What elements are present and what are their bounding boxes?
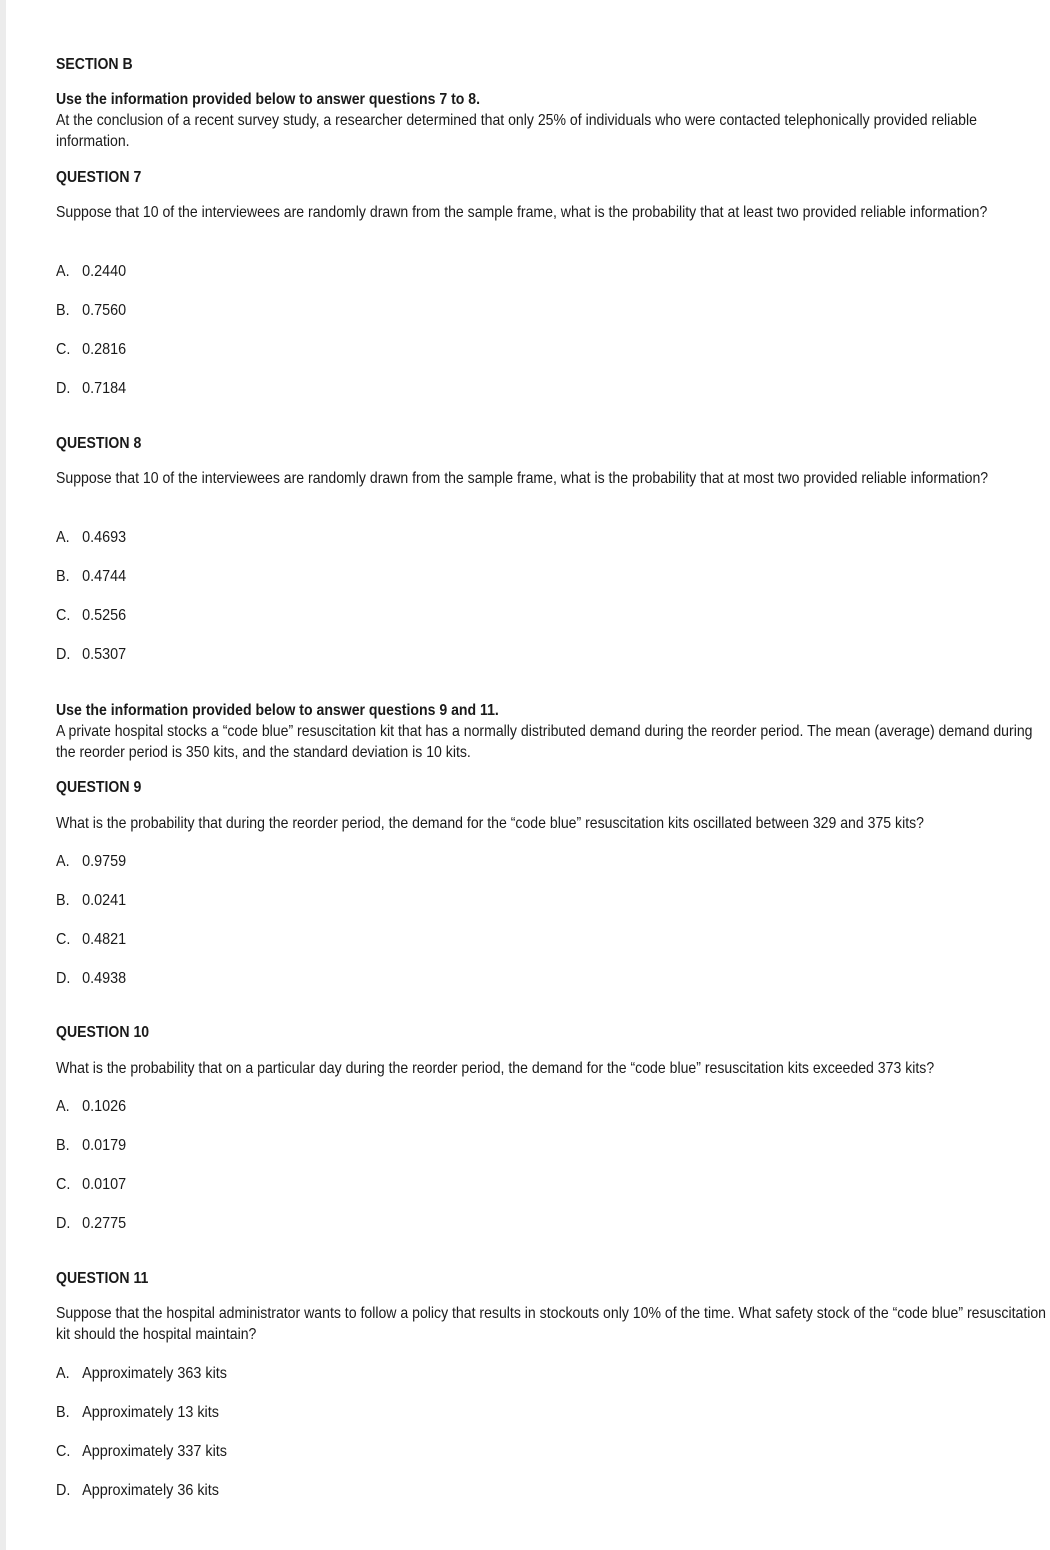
question-title: QUESTION 8 (56, 435, 142, 452)
question-title: QUESTION 7 (56, 169, 142, 186)
option-text: 0.7184 (82, 380, 127, 397)
intro-text-q9-11: A private hospital stocks a “code blue” … (56, 723, 1033, 761)
option-text: Approximately 36 kits (82, 1482, 219, 1499)
option-text: 0.0241 (82, 892, 127, 909)
option-a[interactable]: A. 0.9759 (56, 851, 126, 872)
option-a[interactable]: A. 0.4693 (56, 527, 126, 548)
option-text: 0.1026 (82, 1098, 127, 1115)
option-letter: A. (56, 1365, 70, 1382)
intro-text-q7-8: At the conclusion of a recent survey stu… (56, 112, 977, 150)
option-a[interactable]: A. 0.2440 (56, 261, 126, 282)
option-letter: B. (56, 1137, 70, 1154)
option-b[interactable]: B. Approximately 13 kits (56, 1402, 219, 1423)
option-letter: B. (56, 568, 70, 585)
section-title: SECTION B (56, 56, 133, 73)
option-d[interactable]: D. 0.7184 (56, 378, 126, 399)
option-letter: D. (56, 1215, 71, 1232)
option-b[interactable]: B. 0.0241 (56, 890, 126, 911)
question-text: What is the probability that during the … (56, 815, 924, 832)
option-letter: D. (56, 970, 71, 987)
option-text: 0.2775 (82, 1215, 127, 1232)
option-letter: B. (56, 1404, 70, 1421)
option-b[interactable]: B. 0.4744 (56, 566, 126, 587)
option-letter: A. (56, 529, 70, 546)
question-text: Suppose that 10 of the interviewees are … (56, 470, 989, 487)
option-text: 0.4938 (82, 970, 127, 987)
option-letter: C. (56, 931, 71, 948)
option-letter: D. (56, 380, 71, 397)
option-text: 0.2440 (82, 263, 127, 280)
option-c[interactable]: C. 0.4821 (56, 929, 126, 950)
option-letter: A. (56, 853, 70, 870)
option-c[interactable]: C. 0.2816 (56, 339, 126, 360)
option-text: 0.4693 (82, 529, 127, 546)
option-d[interactable]: D. 0.5307 (56, 644, 126, 665)
option-a[interactable]: A. 0.1026 (56, 1096, 126, 1117)
option-letter: C. (56, 341, 71, 358)
option-text: 0.0107 (82, 1176, 127, 1193)
option-letter: D. (56, 1482, 71, 1499)
page-left-border (0, 0, 6, 1550)
option-text: Approximately 337 kits (82, 1443, 227, 1460)
option-text: 0.4821 (82, 931, 127, 948)
option-letter: B. (56, 302, 70, 319)
question-title: QUESTION 9 (56, 779, 142, 796)
option-letter: C. (56, 607, 71, 624)
option-text: 0.5256 (82, 607, 127, 624)
option-text: Approximately 13 kits (82, 1404, 219, 1421)
question-text: Suppose that the hospital administrator … (56, 1305, 1047, 1343)
intro-heading-q9-11: Use the information provided below to an… (56, 702, 499, 719)
option-b[interactable]: B. 0.7560 (56, 300, 126, 321)
option-d[interactable]: D. 0.2775 (56, 1213, 126, 1234)
option-d[interactable]: D. 0.4938 (56, 968, 126, 989)
option-text: 0.4744 (82, 568, 127, 585)
question-text: What is the probability that on a partic… (56, 1060, 935, 1077)
intro-heading-q7-8: Use the information provided below to an… (56, 91, 481, 108)
option-a[interactable]: A. Approximately 363 kits (56, 1363, 227, 1384)
option-letter: C. (56, 1443, 71, 1460)
option-letter: B. (56, 892, 70, 909)
question-title: QUESTION 11 (56, 1270, 149, 1287)
option-letter: A. (56, 1098, 70, 1115)
option-c[interactable]: C. Approximately 337 kits (56, 1441, 227, 1462)
option-text: 0.5307 (82, 646, 127, 663)
option-c[interactable]: C. 0.0107 (56, 1174, 126, 1195)
option-text: 0.7560 (82, 302, 127, 319)
option-text: 0.0179 (82, 1137, 127, 1154)
option-letter: A. (56, 263, 70, 280)
option-b[interactable]: B. 0.0179 (56, 1135, 126, 1156)
question-text: Suppose that 10 of the interviewees are … (56, 204, 988, 221)
option-text: Approximately 363 kits (82, 1365, 227, 1382)
option-c[interactable]: C. 0.5256 (56, 605, 126, 626)
option-letter: C. (56, 1176, 71, 1193)
option-letter: D. (56, 646, 71, 663)
option-text: 0.9759 (82, 853, 127, 870)
question-title: QUESTION 10 (56, 1024, 150, 1041)
option-text: 0.2816 (82, 341, 127, 358)
option-d[interactable]: D. Approximately 36 kits (56, 1480, 219, 1501)
